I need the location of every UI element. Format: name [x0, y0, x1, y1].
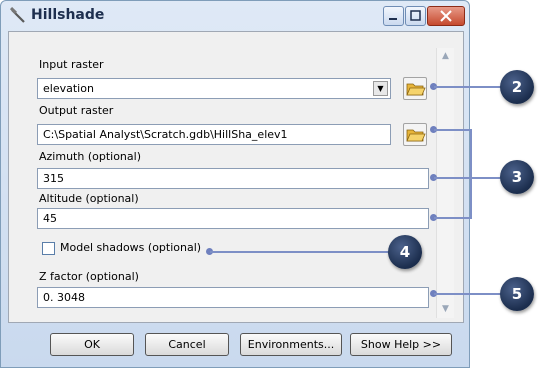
- altitude-input[interactable]: 45: [37, 208, 429, 229]
- hammer-icon: [9, 7, 25, 23]
- folder-open-icon: [406, 83, 426, 96]
- minimize-button[interactable]: [383, 6, 404, 26]
- callout-3: 3: [500, 160, 534, 194]
- callout-3-bracket: [470, 129, 472, 219]
- callout-3-leader-output: [434, 129, 472, 131]
- callout-4-leader: [210, 251, 390, 253]
- callout-5: 5: [500, 277, 534, 311]
- input-raster-browse-button[interactable]: [403, 77, 427, 100]
- input-raster-value: elevation: [43, 82, 94, 95]
- maximize-icon: [410, 10, 421, 21]
- show-help-button[interactable]: Show Help >>: [350, 333, 452, 356]
- azimuth-label: Azimuth (optional): [39, 150, 141, 163]
- callout-2: 2: [500, 70, 534, 104]
- model-shadows-checkbox[interactable]: [42, 242, 55, 255]
- output-raster-label: Output raster: [39, 104, 114, 117]
- scroll-up-icon[interactable]: ▲: [437, 48, 454, 65]
- input-raster-label: Input raster: [39, 58, 104, 71]
- chevron-down-icon[interactable]: ▼: [373, 81, 388, 96]
- window-title: Hillshade: [31, 7, 105, 23]
- altitude-label: Altitude (optional): [39, 192, 139, 205]
- callout-3-leader-azimuth: [434, 177, 504, 179]
- panel-scrollbar[interactable]: ▲ ▼: [436, 48, 454, 318]
- folder-open-icon: [406, 129, 426, 142]
- close-icon: [440, 10, 452, 22]
- input-raster-select[interactable]: elevation ▼: [37, 78, 391, 99]
- ok-button[interactable]: OK: [50, 333, 134, 356]
- callout-5-leader: [434, 293, 504, 295]
- zfactor-label: Z factor (optional): [39, 270, 139, 283]
- callout-4: 4: [388, 235, 422, 269]
- callout-2-leader: [434, 86, 504, 88]
- title-bar[interactable]: Hillshade: [1, 1, 469, 31]
- model-shadows-label: Model shadows (optional): [60, 241, 202, 254]
- maximize-button[interactable]: [405, 6, 426, 26]
- output-raster-input[interactable]: C:\Spatial Analyst\Scratch.gdb\HillSha_e…: [37, 124, 391, 145]
- environments-button[interactable]: Environments...: [240, 333, 342, 356]
- callout-3-leader-altitude: [434, 217, 472, 219]
- zfactor-input[interactable]: 0. 3048: [37, 287, 429, 308]
- cancel-button[interactable]: Cancel: [145, 333, 229, 356]
- minimize-icon: [389, 18, 397, 20]
- output-raster-browse-button[interactable]: [403, 123, 427, 146]
- close-button[interactable]: [427, 6, 465, 26]
- scroll-down-icon[interactable]: ▼: [437, 301, 454, 318]
- azimuth-input[interactable]: 315: [37, 168, 429, 189]
